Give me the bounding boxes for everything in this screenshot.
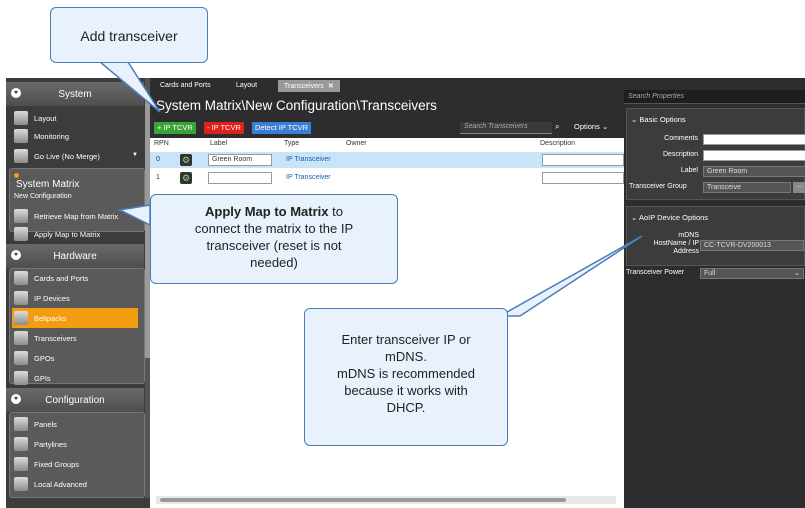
callout-add-transceiver: Add transceiver	[50, 7, 208, 63]
enter-ip-pointer	[497, 235, 643, 317]
apply-map-pointer	[117, 204, 151, 227]
callout-enter-ip: Enter transceiver IP or mDNS. mDNS is re…	[304, 308, 508, 446]
callout-apply-map: Apply Map to Matrix to connect the matri…	[150, 194, 398, 284]
add-transceiver-pointer	[97, 61, 161, 113]
